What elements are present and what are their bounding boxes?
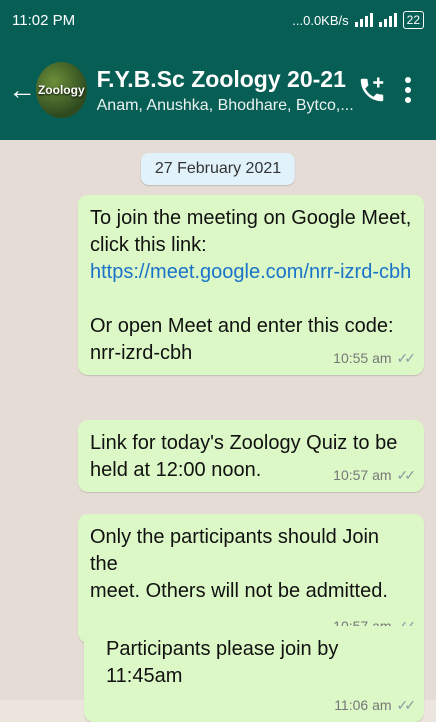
chat-header: ← Zoology F.Y.B.Sc Zoology 20-21 Anam, A… <box>0 40 436 140</box>
message-line: Only the participants should Join the <box>90 526 380 575</box>
back-arrow-icon[interactable]: ← <box>8 74 36 106</box>
add-call-icon[interactable] <box>354 75 390 105</box>
message-meta: 11:06 am ✓✓ <box>106 696 417 714</box>
network-speed: ...0.0KB/s <box>292 12 349 28</box>
message-line: Link for today's Zoology Quiz to be <box>90 432 398 454</box>
message-list[interactable]: 27 February 2021 To join the meeting on … <box>0 140 436 722</box>
message-time: 10:57 am <box>333 467 392 483</box>
avatar-label: Zoology <box>37 83 85 97</box>
message-line: Participants please join by 11:45am <box>106 638 339 687</box>
battery-icon: 22 <box>402 11 424 29</box>
read-ticks-icon: ✓✓ <box>396 697 417 713</box>
status-icons: ...0.0KB/s 22 <box>292 11 424 29</box>
signal-icon <box>354 13 373 27</box>
chat-participants: Anam, Anushka, Bhodhare, Bytco,... <box>96 96 354 114</box>
message-line: Or open Meet and enter this code: <box>90 315 394 337</box>
message-bubble[interactable]: Participants please join by 11:45am 11:0… <box>84 626 424 722</box>
message-meta: 10:57 am ✓✓ <box>333 466 417 484</box>
message-line: held at 12:00 noon. <box>90 459 262 481</box>
message-bubble[interactable]: To join the meeting on Google Meet, clic… <box>78 195 424 375</box>
status-time: 11:02 PM <box>12 11 76 29</box>
status-bar: 11:02 PM ...0.0KB/s 22 <box>0 0 436 40</box>
group-avatar[interactable]: Zoology <box>36 62 87 118</box>
message-line: To join the meeting on Google Meet, <box>90 207 412 229</box>
message-time: 10:55 am <box>333 350 392 366</box>
message-time: 11:06 am <box>334 697 392 713</box>
meet-link[interactable]: https://meet.google.com/nrr-izrd-cbh <box>90 259 412 286</box>
message-line: click this link: <box>90 234 207 256</box>
message-bubble[interactable]: Only the participants should Join the me… <box>78 514 424 643</box>
message-line: meet. Others will not be admitted. <box>90 580 388 602</box>
chat-title: F.Y.B.Sc Zoology 20-21 <box>96 65 346 92</box>
more-options-icon[interactable] <box>390 76 426 104</box>
date-chip: 27 February 2021 <box>140 153 296 185</box>
signal-icon-2 <box>378 13 397 27</box>
read-ticks-icon: ✓✓ <box>396 467 417 483</box>
meet-code: nrr-izrd-cbh <box>90 342 193 364</box>
message-bubble[interactable]: Link for today's Zoology Quiz to be held… <box>78 420 424 492</box>
message-meta: 10:55 am ✓✓ <box>333 349 417 367</box>
chat-title-block[interactable]: F.Y.B.Sc Zoology 20-21 Anam, Anushka, Bh… <box>97 66 354 115</box>
read-ticks-icon: ✓✓ <box>396 350 417 366</box>
